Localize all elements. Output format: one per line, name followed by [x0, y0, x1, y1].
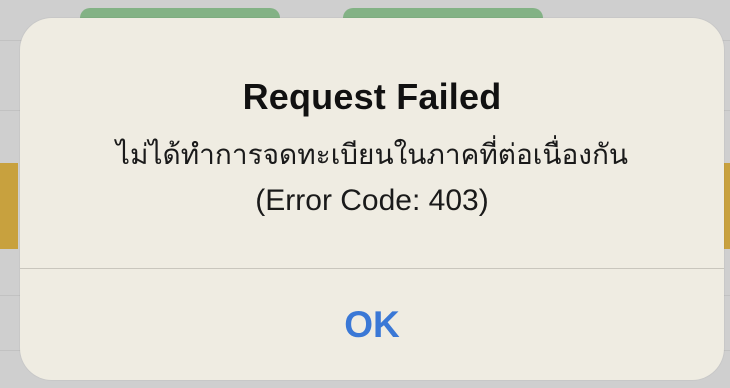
background-gold-strip-left [0, 163, 18, 249]
alert-message: ไม่ได้ทำการจดทะเบียนในภาคที่ต่อเนื่องกัน [115, 138, 629, 171]
error-code-text: (Error Code: 403) [255, 184, 489, 217]
alert-content: Request Failed ไม่ได้ทำการจดทะเบียนในภาค… [20, 18, 724, 268]
alert-dialog: Request Failed ไม่ได้ทำการจดทะเบียนในภาค… [20, 18, 724, 380]
ok-button[interactable]: OK [20, 269, 724, 380]
alert-title: Request Failed [242, 76, 502, 117]
